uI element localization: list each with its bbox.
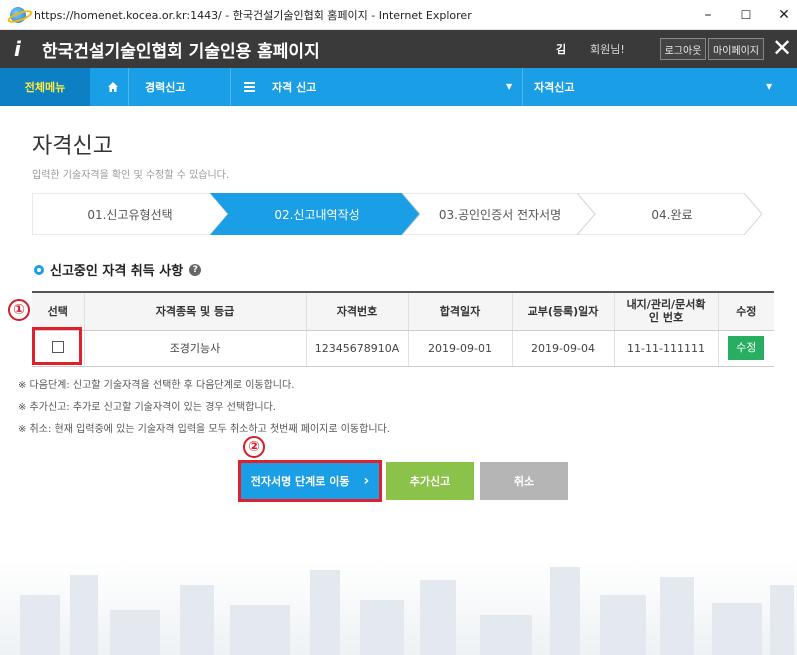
col-header-type: 자격종목 및 등급: [84, 291, 307, 331]
doc-number-cell: 11-11-111111: [614, 330, 719, 367]
all-menu-button[interactable]: 전체메뉴: [0, 68, 90, 106]
issue-date-cell: 2019-09-04: [512, 330, 615, 367]
edit-cell: 수정: [718, 330, 774, 367]
add-report-button[interactable]: 추가신고: [386, 462, 474, 500]
chevron-down-icon[interactable]: ▼: [506, 82, 512, 91]
section-title: 신고중인 자격 취득 사항 ?: [34, 260, 202, 279]
col-header-select: 선택: [32, 291, 85, 331]
page-title: 자격신고: [32, 134, 113, 159]
maximize-button[interactable]: ☐: [726, 0, 766, 30]
nav-bar: 전체메뉴 경력신고 자격 신고 ▼ 자격신고 ▼: [0, 68, 797, 106]
step-3: 03.공인인증서 전자서명: [438, 207, 562, 222]
close-icon[interactable]: ✕: [772, 34, 792, 62]
nav-qualification-sub[interactable]: 자격신고: [534, 68, 574, 106]
col-header-edit: 수정: [718, 291, 774, 331]
qualification-table: 선택 자격종목 및 등급 자격번호 합격일자 교부(등록)일자 내지/관리/문서…: [32, 291, 774, 367]
logout-button[interactable]: 로그아웃: [660, 38, 706, 60]
step-2-active: 02.신고내역작성: [274, 207, 360, 222]
logo-icon: i: [14, 37, 21, 61]
col-header-doc-number: 내지/관리/문서확인 번호: [614, 291, 719, 331]
col-header-pass-date: 합격일자: [408, 291, 513, 331]
internet-explorer-icon: [10, 6, 26, 23]
col-header-number: 자격번호: [306, 291, 409, 331]
app-header: i 한국건설기술인협회 기술인용 홈페이지 김 회원님! 로그아웃 마이페이지 …: [0, 30, 797, 68]
highlight-next-button-box: [238, 460, 382, 502]
step-indicator: 01.신고유형선택 02.신고내역작성 03.공인인증서 전자서명 04.완료: [32, 193, 762, 235]
browser-titlebar: https://homenet.kocea.or.kr:1443/ - 한국건설…: [0, 0, 797, 30]
bullet-icon: [34, 264, 44, 275]
browser-title: https://homenet.kocea.or.kr:1443/ - 한국건설…: [34, 8, 472, 22]
table-header-row: 선택 자격종목 및 등급 자격번호 합격일자 교부(등록)일자 내지/관리/문서…: [32, 291, 774, 331]
mypage-button[interactable]: 마이페이지: [708, 38, 764, 60]
page-subtitle: 입력한 기술자격을 확인 및 수정할 수 있습니다.: [32, 170, 230, 181]
annotation-marker-1: ①: [8, 299, 30, 321]
user-greeting: 회원님!: [590, 43, 625, 56]
skyline-background: [0, 560, 797, 655]
help-icon[interactable]: ?: [189, 263, 202, 276]
cancel-button[interactable]: 취소: [480, 462, 568, 500]
nav-career-report[interactable]: 경력신고: [145, 68, 185, 106]
type-cell: 조경기능사: [84, 330, 307, 367]
minimize-button[interactable]: –: [688, 0, 728, 30]
app-title: 한국건설기술인협회 기술인용 홈페이지: [42, 41, 320, 62]
col-header-issue-date: 교부(등록)일자: [512, 291, 615, 331]
edit-button[interactable]: 수정: [728, 336, 765, 360]
table-row: 조경기능사 12345678910A 2019-09-01 2019-09-04…: [32, 330, 774, 367]
note-next: ※ 다음단계: 신고할 기술자격을 선택한 후 다음단계로 이동합니다.: [18, 380, 295, 391]
chevron-down-icon[interactable]: ▼: [766, 82, 772, 91]
note-cancel: ※ 취소: 현재 입력중에 있는 기술자격 입력을 모두 취소하고 첫번째 페이…: [18, 424, 390, 435]
pass-date-cell: 2019-09-01: [408, 330, 513, 367]
step-4: 04.완료: [651, 207, 693, 222]
step-1: 01.신고유형선택: [87, 207, 173, 222]
menu-icon[interactable]: [244, 68, 258, 106]
section-title-text: 신고중인 자격 취득 사항: [50, 264, 184, 279]
home-icon[interactable]: [100, 68, 126, 106]
nav-qualification-report[interactable]: 자격 신고: [272, 68, 316, 106]
window-close-button[interactable]: ✕: [764, 0, 797, 30]
note-add: ※ 추가신고: 추가로 신고할 기술자격이 있는 경우 선택합니다.: [18, 402, 276, 413]
number-cell: 12345678910A: [306, 330, 409, 367]
user-name: 김: [556, 43, 567, 56]
annotation-marker-2: ②: [243, 436, 265, 458]
highlight-checkbox-box: [32, 327, 82, 365]
